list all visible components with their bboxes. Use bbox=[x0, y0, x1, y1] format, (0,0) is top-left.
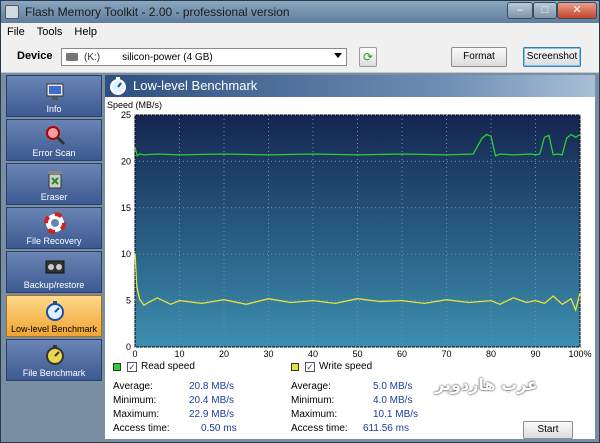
sidebar-item-error-scan[interactable]: Error Scan bbox=[6, 119, 102, 161]
menu-file[interactable]: File bbox=[1, 26, 31, 38]
sidebar-item-low-level-benchmark[interactable]: Low-level Benchmark bbox=[6, 295, 102, 337]
refresh-icon: ⟳ bbox=[362, 50, 374, 64]
device-bar: Device (K:) silicon-power (4 GB) ⟳ Forma… bbox=[1, 41, 599, 73]
stopwatch-icon bbox=[108, 76, 128, 96]
speed-chart: Speed (MB/s) 0 5 10 15 20 25 0 10 20 30 40 50 60 70 80 9… bbox=[107, 100, 592, 359]
sidebar-item-label: Low-level Benchmark bbox=[10, 324, 98, 334]
write-maximum-label: Maximum: bbox=[291, 409, 338, 420]
close-button[interactable]: ✕ bbox=[557, 2, 597, 19]
trash-icon bbox=[43, 167, 67, 191]
read-average-value: 20.8 MB/s bbox=[189, 381, 235, 392]
start-button[interactable]: Start bbox=[523, 421, 573, 439]
sidebar-item-backup-restore[interactable]: Backup/restore bbox=[6, 251, 102, 293]
info-icon bbox=[43, 79, 67, 103]
x-tick-label: 40 bbox=[308, 349, 318, 359]
y-tick-label: 15 bbox=[121, 203, 131, 213]
sidebar: Info Error Scan Eraser File Recovery Bac… bbox=[6, 75, 102, 439]
write-swatch bbox=[291, 362, 299, 371]
x-tick-label: 80 bbox=[486, 349, 496, 359]
title-bar: Flash Memory Toolkit - 2.00 - profession… bbox=[1, 1, 599, 23]
y-tick-label: 25 bbox=[121, 110, 131, 120]
read-swatch bbox=[113, 362, 121, 371]
read-average-label: Average: bbox=[113, 381, 153, 392]
sidebar-item-label: Backup/restore bbox=[23, 280, 85, 290]
read-access-value: 0.50 ms bbox=[201, 423, 237, 434]
sidebar-item-info[interactable]: Info bbox=[6, 75, 102, 117]
write-legend: ✓ Write speed bbox=[291, 361, 372, 372]
sidebar-item-label: Error Scan bbox=[32, 148, 76, 158]
y-tick-label: 5 bbox=[126, 296, 131, 306]
stopwatch-icon bbox=[43, 343, 67, 367]
format-button[interactable]: Format bbox=[451, 47, 507, 67]
sidebar-item-label: Info bbox=[46, 104, 62, 114]
sidebar-item-eraser[interactable]: Eraser bbox=[6, 163, 102, 205]
write-maximum-value: 10.1 MB/s bbox=[373, 409, 419, 420]
x-tick-label: 100% bbox=[568, 349, 591, 359]
x-tick-label: 0 bbox=[132, 349, 137, 359]
x-tick-label: 70 bbox=[441, 349, 451, 359]
stopwatch-icon bbox=[43, 299, 67, 323]
menu-bar: File Tools Help bbox=[1, 23, 599, 41]
drive-icon bbox=[66, 53, 78, 61]
sidebar-item-label: File Recovery bbox=[26, 236, 82, 246]
menu-tools[interactable]: Tools bbox=[31, 26, 69, 38]
device-letter: (K:) bbox=[84, 51, 101, 63]
app-icon bbox=[5, 5, 19, 19]
write-average-value: 5.0 MB/s bbox=[373, 381, 413, 392]
sidebar-item-label: Eraser bbox=[40, 192, 68, 202]
x-tick-label: 60 bbox=[397, 349, 407, 359]
stats-area: ✓ Read speed ✓ Write speed Average: 20.8… bbox=[105, 359, 595, 439]
minimize-button[interactable]: – bbox=[507, 2, 533, 19]
refresh-button[interactable]: ⟳ bbox=[359, 47, 377, 67]
chevron-down-icon[interactable] bbox=[334, 53, 342, 58]
read-legend-label: Read speed bbox=[141, 361, 195, 372]
screenshot-button[interactable]: Screenshot bbox=[523, 47, 581, 67]
y-tick-label: 10 bbox=[121, 249, 131, 259]
sidebar-item-file-recovery[interactable]: File Recovery bbox=[6, 207, 102, 249]
read-minimum-value: 20.4 MB/s bbox=[189, 395, 235, 406]
y-axis-label: Speed (MB/s) bbox=[107, 100, 162, 110]
x-tick-label: 30 bbox=[263, 349, 273, 359]
sidebar-item-label: File Benchmark bbox=[22, 368, 86, 378]
y-tick-label: 0 bbox=[126, 342, 131, 352]
device-dropdown[interactable]: (K:) silicon-power (4 GB) bbox=[61, 48, 347, 66]
write-access-label: Access time: bbox=[291, 423, 348, 434]
sidebar-item-file-benchmark[interactable]: File Benchmark bbox=[6, 339, 102, 381]
write-checkbox[interactable]: ✓ bbox=[305, 361, 315, 372]
write-legend-label: Write speed bbox=[319, 361, 373, 372]
device-label: Device bbox=[17, 50, 53, 62]
lifebuoy-icon bbox=[43, 211, 67, 235]
maximize-button[interactable]: □ bbox=[533, 2, 557, 19]
x-tick-label: 10 bbox=[174, 349, 184, 359]
y-tick-label: 20 bbox=[121, 156, 131, 166]
write-minimum-value: 4.0 MB/s bbox=[373, 395, 413, 406]
write-access-value: 611.56 ms bbox=[363, 423, 409, 434]
app-window: Flash Memory Toolkit - 2.00 - profession… bbox=[0, 0, 600, 443]
x-tick-label: 50 bbox=[352, 349, 362, 359]
device-name: silicon-power (4 GB) bbox=[122, 51, 213, 63]
read-legend: ✓ Read speed bbox=[113, 361, 195, 372]
watermark-logo: عرب هاردوير bbox=[435, 375, 538, 394]
menu-help[interactable]: Help bbox=[68, 26, 103, 38]
magnifier-icon bbox=[43, 123, 67, 147]
write-minimum-label: Minimum: bbox=[291, 395, 335, 406]
tape-icon bbox=[43, 255, 67, 279]
write-average-label: Average: bbox=[291, 381, 331, 392]
read-minimum-label: Minimum: bbox=[113, 395, 157, 406]
read-checkbox[interactable]: ✓ bbox=[127, 361, 137, 372]
window-title: Flash Memory Toolkit - 2.00 - profession… bbox=[25, 5, 290, 19]
read-maximum-value: 22.9 MB/s bbox=[189, 409, 235, 420]
x-tick-label: 20 bbox=[219, 349, 229, 359]
panel-title: Low-level Benchmark bbox=[133, 78, 258, 93]
x-tick-label: 90 bbox=[530, 349, 540, 359]
read-maximum-label: Maximum: bbox=[113, 409, 160, 420]
panel-header: Low-level Benchmark bbox=[105, 75, 595, 97]
read-access-label: Access time: bbox=[113, 423, 170, 434]
